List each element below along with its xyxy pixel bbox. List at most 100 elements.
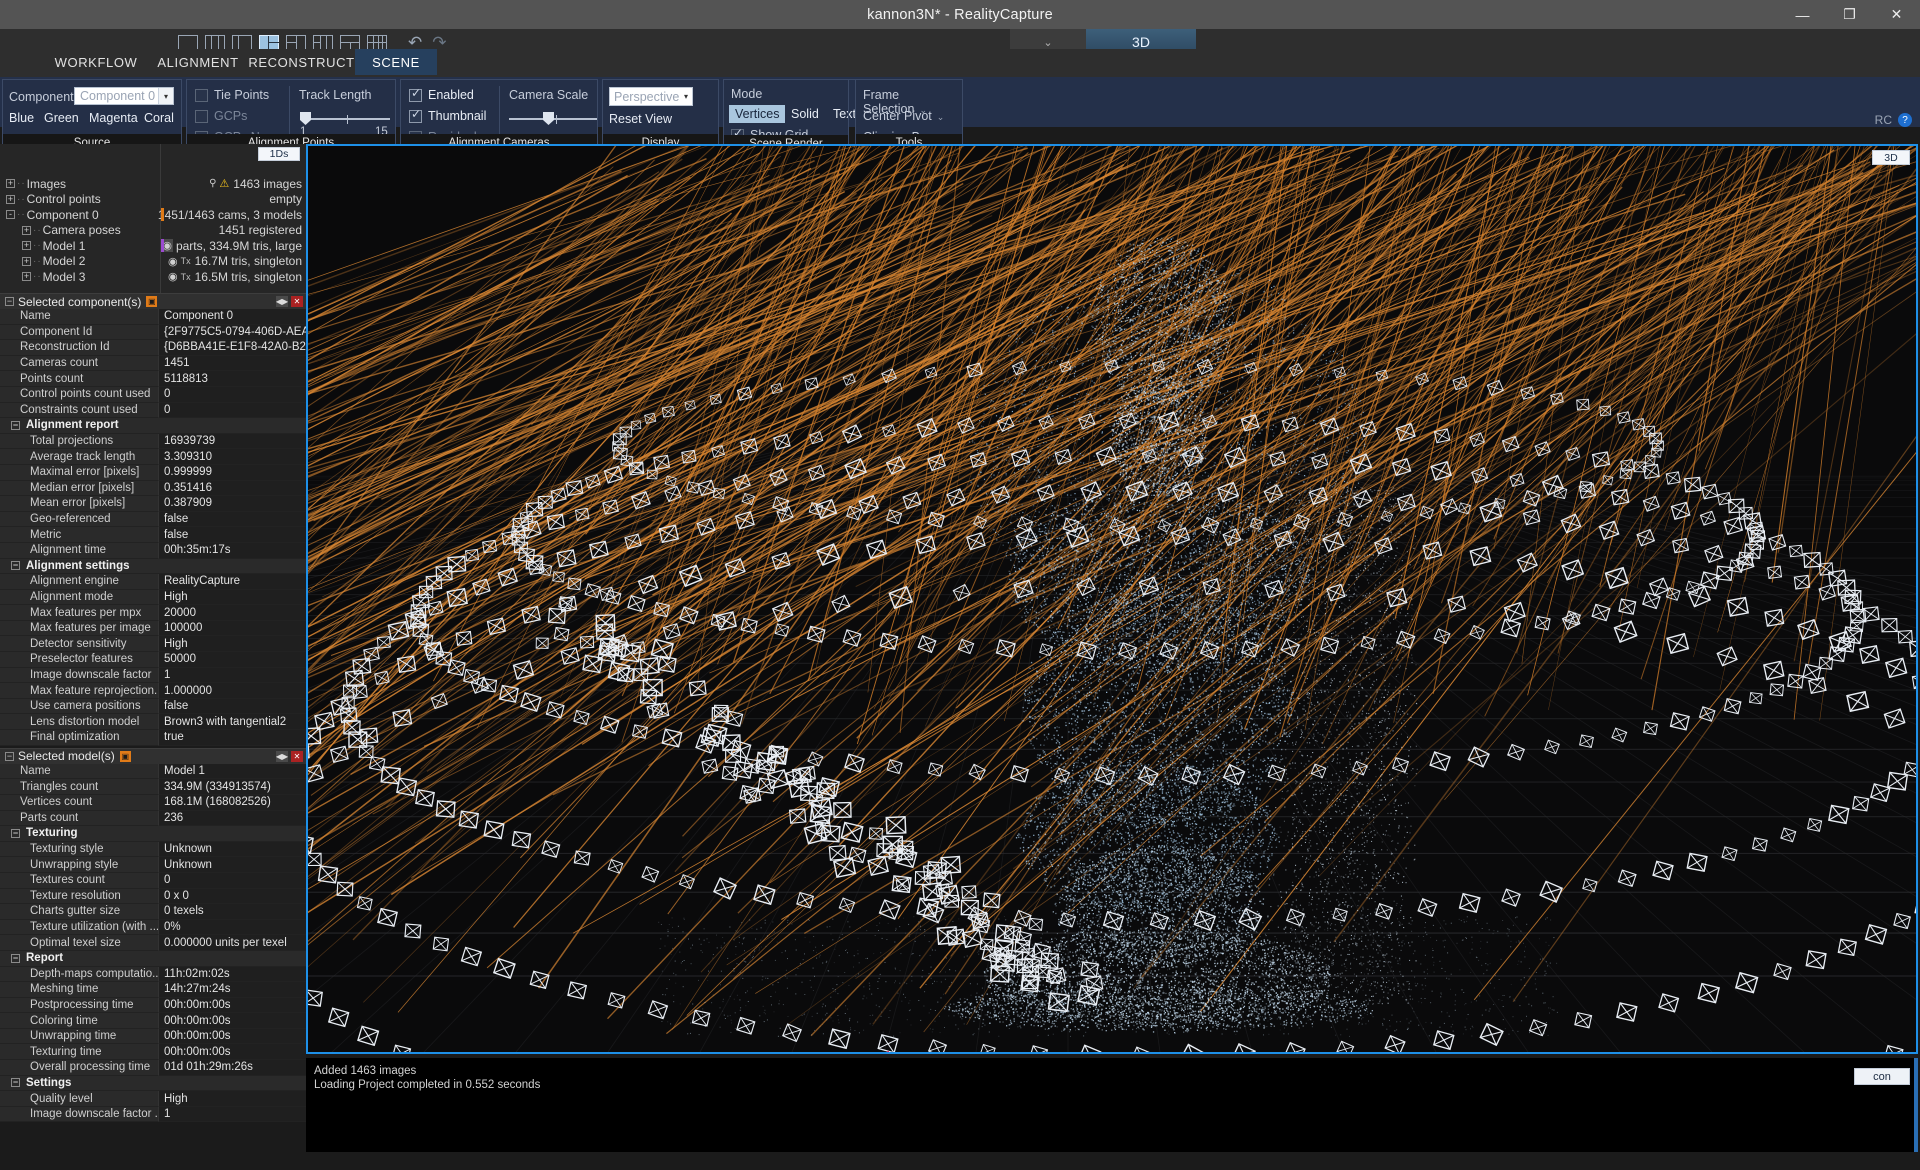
property-value[interactable]: 0 x 0 <box>158 889 306 905</box>
property-value[interactable]: 168.1M (168082526) <box>158 795 306 811</box>
table-row[interactable]: Charts gutter size 0 texels <box>0 904 306 920</box>
camera-scale-slider-thumb[interactable] <box>543 112 554 125</box>
tree-expander-icon[interactable]: - <box>6 210 15 219</box>
table-row[interactable]: Texturing time 00h:00m:00s <box>0 1044 306 1060</box>
property-value[interactable]: 16939739 <box>158 434 306 450</box>
property-value[interactable]: High <box>158 1091 306 1107</box>
selected-components-panel-header[interactable]: − Selected component(s) ▣ ◀▶ ✕ <box>0 293 306 309</box>
layout-quad-a-icon[interactable] <box>286 35 306 50</box>
table-row[interactable]: Textures count 0 <box>0 873 306 889</box>
property-value[interactable]: 236 <box>158 811 306 827</box>
property-value[interactable]: 334.9M (334913574) <box>158 779 306 795</box>
tree-expander-icon[interactable]: + <box>22 272 31 281</box>
table-row[interactable]: Constraints count used 0 <box>0 403 306 419</box>
layout-three-col-icon[interactable] <box>205 35 225 50</box>
table-row[interactable]: Use camera positions false <box>0 699 306 715</box>
collapse-icon[interactable]: − <box>11 561 20 570</box>
property-value[interactable]: 14h:27m:24s <box>158 982 306 998</box>
tie-points-checkbox[interactable] <box>195 89 208 102</box>
table-row[interactable]: Unwrapping style Unknown <box>0 857 306 873</box>
property-value[interactable]: 1451 <box>158 356 306 372</box>
layout-quad-b-icon[interactable] <box>313 35 333 50</box>
table-row[interactable]: Optimal texel size 0.000000 units per tex… <box>0 935 306 951</box>
property-value[interactable]: High <box>158 590 306 606</box>
property-value[interactable]: 0 <box>158 387 306 403</box>
component-section-row[interactable]: − Alignment settings <box>0 559 306 575</box>
table-row[interactable]: Unwrapping time 00h:00m:00s <box>0 1029 306 1045</box>
tree-expander-icon[interactable]: + <box>22 226 31 235</box>
gcps-checkbox[interactable] <box>195 110 208 123</box>
property-value[interactable]: 0.387909 <box>158 496 306 512</box>
collapse-icon[interactable]: − <box>11 421 20 430</box>
reset-view-button[interactable]: Reset View <box>609 112 672 126</box>
color-blue-button[interactable]: Blue <box>9 111 34 125</box>
viewport-canvas[interactable] <box>308 146 1916 1052</box>
chevron-down-icon[interactable]: ▾ <box>684 92 688 101</box>
property-value[interactable]: false <box>158 699 306 715</box>
table-row[interactable]: Lens distortion model Brown3 with tangent… <box>0 714 306 730</box>
property-value[interactable]: 00h:35m:17s <box>158 543 306 559</box>
table-row[interactable]: Metric false <box>0 527 306 543</box>
console-button[interactable]: con <box>1854 1068 1910 1085</box>
track-length-slider-thumb[interactable] <box>300 112 311 125</box>
projection-combobox[interactable]: Perspective ▾ <box>609 87 693 106</box>
component-section-row[interactable]: − Alignment report <box>0 418 306 434</box>
table-row[interactable]: Median error [pixels] 0.351416 <box>0 481 306 497</box>
tree-expander-icon[interactable]: + <box>22 241 31 250</box>
table-row[interactable]: Alignment mode High <box>0 590 306 606</box>
property-value[interactable]: false <box>158 512 306 528</box>
selected-models-property-table[interactable]: Name Model 1 Triangles count 334.9M (334913… <box>0 764 306 1123</box>
model-section-row[interactable]: − Settings <box>0 1076 306 1092</box>
layout-top-split-icon[interactable] <box>340 35 360 50</box>
table-row[interactable]: Reconstruction Id{D6BBA41E-E1F8-42A0-B29… <box>0 340 306 356</box>
ribbon-tab-scene[interactable]: SCENE <box>355 49 437 75</box>
table-row[interactable]: Depth-maps computatio... 11h:02m:02s <box>0 967 306 983</box>
property-value[interactable]: 0.999999 <box>158 465 306 481</box>
track-length-slider-track[interactable] <box>302 118 390 120</box>
ribbon-tab-workflow[interactable]: WORKFLOW <box>40 49 152 75</box>
property-value[interactable]: 01d 01h:29m:26s <box>158 1060 306 1076</box>
collapse-icon[interactable]: − <box>11 829 20 838</box>
table-row[interactable]: Vertices count 168.1M (168082526) <box>0 795 306 811</box>
layout-single-icon[interactable] <box>178 35 198 50</box>
maximize-button[interactable]: ❐ <box>1826 0 1873 29</box>
selected-models-panel-header[interactable]: − Selected model(s) ▣ ◀▶ ✕ <box>0 748 306 764</box>
table-row[interactable]: Alignment engine RealityCapture <box>0 574 306 590</box>
visibility-eye-icon[interactable]: ◉ <box>168 270 178 283</box>
table-row[interactable]: Parts count 236 <box>0 811 306 827</box>
property-value[interactable]: 1 <box>158 1107 306 1123</box>
table-row[interactable]: Max features per mpx 20000 <box>0 605 306 621</box>
table-row[interactable]: Texturing style Unknown <box>0 842 306 858</box>
dock-icon[interactable]: ◀▶ <box>276 751 288 762</box>
tree-expander-icon[interactable]: + <box>6 195 15 204</box>
tree-item-control-points[interactable]: + ·· Control points <box>6 192 101 207</box>
property-value[interactable]: {2F9775C5-0794-406D-AEA8... <box>158 325 306 341</box>
property-value[interactable]: 00h:00m:00s <box>158 998 306 1014</box>
tree-expander-icon[interactable]: + <box>6 179 15 188</box>
property-value[interactable]: true <box>158 730 306 746</box>
property-value[interactable]: 00h:00m:00s <box>158 1044 306 1060</box>
visibility-eye-icon[interactable]: ◉ <box>168 255 178 268</box>
render-mode-vertices-button[interactable]: Vertices <box>729 105 785 123</box>
chevron-down-icon[interactable]: ▾ <box>158 88 173 104</box>
property-value[interactable]: 0.351416 <box>158 481 306 497</box>
table-row[interactable]: Image downscale factor 1 <box>0 668 306 684</box>
table-row[interactable]: Triangles count 334.9M (334913574) <box>0 779 306 795</box>
table-row[interactable]: Alignment time 00h:35m:17s <box>0 543 306 559</box>
tree-badge-1ds[interactable]: 1Ds <box>258 147 300 161</box>
table-row[interactable]: Postprocessing time 00h:00m:00s <box>0 998 306 1014</box>
table-row[interactable]: Geo-referenced false <box>0 512 306 528</box>
property-value[interactable]: 3.309310 <box>158 449 306 465</box>
table-row[interactable]: Texture utilization (with ... 0% <box>0 920 306 936</box>
property-value[interactable]: {D6BBA41E-E1F8-42A0-B29... <box>158 340 306 356</box>
property-value[interactable]: 11h:02m:02s <box>158 967 306 983</box>
collapse-icon[interactable]: − <box>11 1078 20 1087</box>
table-row[interactable]: Mean error [pixels] 0.387909 <box>0 496 306 512</box>
undo-icon[interactable]: ↶ <box>408 34 422 51</box>
property-value[interactable]: 1 <box>158 668 306 684</box>
tree-expander-icon[interactable]: + <box>22 257 31 266</box>
rc-account-label[interactable]: RC <box>1875 113 1892 127</box>
tree-item-model-3[interactable]: + ·· Model 3 <box>22 269 85 284</box>
table-row[interactable]: Points count 5118813 <box>0 371 306 387</box>
table-row[interactable]: Name Component 0 <box>0 309 306 325</box>
